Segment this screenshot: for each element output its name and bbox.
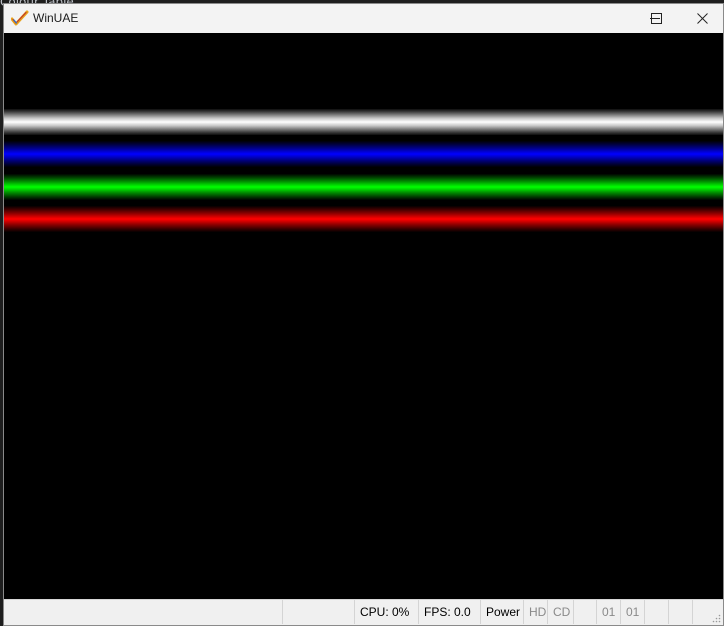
- drive-df3-indicator[interactable]: [668, 600, 692, 624]
- close-button[interactable]: [679, 4, 724, 33]
- fps-indicator: FPS: 0.0: [418, 600, 480, 624]
- title-bar[interactable]: WinUAE: [4, 4, 723, 33]
- copper-bar-white: [4, 109, 723, 135]
- drive-df0-indicator[interactable]: 01: [596, 600, 620, 624]
- window-title: WinUAE: [33, 11, 79, 25]
- status-bar: CPU: 0% FPS: 0.0 Power HD CD 01 01: [4, 599, 723, 625]
- copper-bar-blue: [4, 141, 723, 167]
- status-empty-3: [573, 600, 596, 624]
- cd-led: CD: [547, 600, 573, 624]
- copper-bar-red: [4, 206, 723, 232]
- status-empty-1: [4, 600, 282, 624]
- power-led[interactable]: Power: [480, 600, 523, 624]
- maximize-button[interactable]: [633, 4, 679, 33]
- winuae-window: WinUAE CPU: 0% FPS: 0.0 Power HD CD 01 0…: [3, 3, 724, 626]
- winuae-checkmark-icon: [11, 10, 29, 26]
- drive-df2-indicator[interactable]: [644, 600, 668, 624]
- maximize-icon: [650, 13, 662, 24]
- cpu-indicator: CPU: 0%: [354, 600, 418, 624]
- status-empty-2: [282, 600, 354, 624]
- hd-led: HD: [523, 600, 547, 624]
- emulator-display[interactable]: [4, 33, 723, 600]
- drive-df1-indicator[interactable]: 01: [620, 600, 644, 624]
- copper-bar-green: [4, 174, 723, 200]
- close-icon: [696, 13, 708, 24]
- resize-grip-icon[interactable]: [711, 613, 721, 623]
